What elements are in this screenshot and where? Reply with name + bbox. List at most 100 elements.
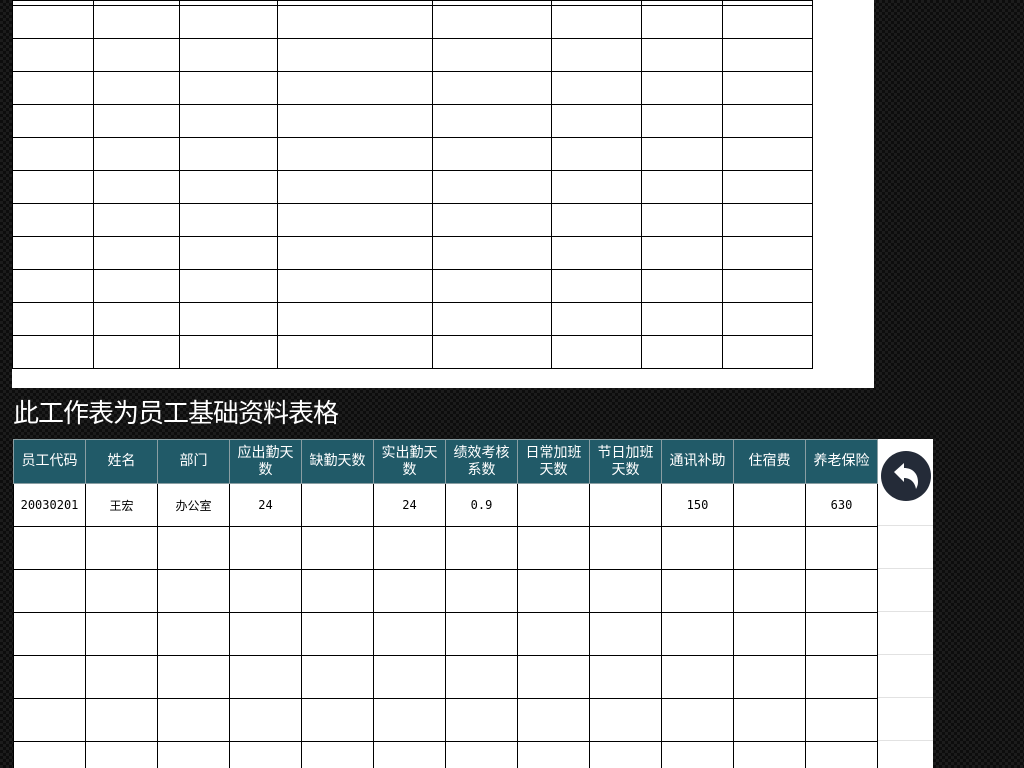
table-cell[interactable] — [157, 655, 230, 699]
grid-cell[interactable] — [722, 170, 813, 204]
grid-cell[interactable] — [12, 335, 94, 369]
table-cell[interactable] — [589, 698, 662, 742]
grid-cell[interactable] — [277, 137, 433, 171]
grid-cell[interactable] — [277, 38, 433, 72]
grid-cell[interactable] — [93, 38, 180, 72]
column-header-accommodation-fee[interactable]: 住宿费 — [733, 439, 806, 484]
table-cell[interactable]: 王宏 — [85, 483, 158, 527]
table-cell[interactable] — [373, 612, 446, 656]
table-cell[interactable] — [85, 655, 158, 699]
table-cell[interactable] — [13, 655, 86, 699]
grid-cell[interactable] — [12, 104, 94, 138]
grid-cell[interactable] — [432, 236, 552, 270]
grid-cell[interactable] — [641, 38, 723, 72]
column-header-daily-overtime-days[interactable]: 日常加班天数 — [517, 439, 590, 484]
grid-cell[interactable] — [432, 5, 552, 39]
grid-cell[interactable] — [432, 170, 552, 204]
grid-cell[interactable] — [277, 71, 433, 105]
table-cell[interactable] — [229, 698, 302, 742]
table-cell[interactable] — [85, 569, 158, 613]
table-cell[interactable] — [373, 655, 446, 699]
table-cell[interactable] — [805, 526, 878, 570]
grid-cell[interactable] — [722, 302, 813, 336]
grid-cell[interactable] — [551, 170, 642, 204]
table-cell[interactable] — [445, 741, 518, 768]
table-cell[interactable] — [373, 741, 446, 768]
table-cell[interactable] — [229, 569, 302, 613]
table-cell[interactable] — [661, 612, 734, 656]
table-cell[interactable]: 办公室 — [157, 483, 230, 527]
table-cell[interactable] — [517, 698, 590, 742]
column-header-pension-insurance[interactable]: 养老保险 — [805, 439, 878, 484]
column-header-required-attendance-days[interactable]: 应出勤天数 — [229, 439, 302, 484]
table-cell[interactable] — [589, 655, 662, 699]
grid-cell[interactable] — [179, 71, 278, 105]
column-header-department[interactable]: 部门 — [157, 439, 230, 484]
grid-cell[interactable] — [12, 38, 94, 72]
table-cell[interactable] — [661, 698, 734, 742]
grid-cell[interactable] — [12, 236, 94, 270]
grid-cell[interactable] — [12, 302, 94, 336]
grid-cell[interactable] — [93, 236, 180, 270]
grid-cell[interactable] — [432, 104, 552, 138]
table-cell[interactable] — [805, 741, 878, 768]
table-cell[interactable] — [157, 698, 230, 742]
table-cell[interactable] — [517, 655, 590, 699]
grid-cell[interactable] — [641, 5, 723, 39]
table-cell[interactable] — [517, 741, 590, 768]
grid-cell[interactable] — [93, 5, 180, 39]
column-header-employee-code[interactable]: 员工代码 — [13, 439, 86, 484]
table-cell[interactable]: 24 — [229, 483, 302, 527]
grid-cell[interactable] — [277, 269, 433, 303]
grid-cell[interactable] — [641, 170, 723, 204]
table-cell[interactable] — [517, 526, 590, 570]
grid-cell[interactable] — [12, 137, 94, 171]
table-cell[interactable] — [229, 741, 302, 768]
grid-cell[interactable] — [641, 203, 723, 237]
grid-cell[interactable] — [722, 5, 813, 39]
grid-cell[interactable] — [641, 236, 723, 270]
grid-cell[interactable] — [551, 104, 642, 138]
table-cell[interactable] — [733, 526, 806, 570]
table-cell[interactable] — [373, 698, 446, 742]
table-cell[interactable] — [13, 526, 86, 570]
grid-cell[interactable] — [722, 104, 813, 138]
table-cell[interactable] — [661, 569, 734, 613]
grid-cell[interactable] — [277, 104, 433, 138]
column-header-holiday-overtime-days[interactable]: 节日加班天数 — [589, 439, 662, 484]
table-cell[interactable] — [661, 526, 734, 570]
grid-cell[interactable] — [641, 137, 723, 171]
grid-cell[interactable] — [551, 5, 642, 39]
grid-cell[interactable] — [641, 335, 723, 369]
table-cell[interactable] — [589, 569, 662, 613]
grid-cell[interactable] — [179, 236, 278, 270]
grid-cell[interactable] — [93, 203, 180, 237]
grid-cell[interactable] — [179, 335, 278, 369]
table-cell[interactable] — [733, 741, 806, 768]
table-cell[interactable] — [445, 655, 518, 699]
grid-cell[interactable] — [722, 203, 813, 237]
grid-cell[interactable] — [179, 104, 278, 138]
grid-cell[interactable] — [179, 5, 278, 39]
grid-cell[interactable] — [277, 170, 433, 204]
table-cell[interactable] — [805, 655, 878, 699]
grid-cell[interactable] — [551, 236, 642, 270]
table-cell[interactable] — [85, 612, 158, 656]
table-cell[interactable] — [805, 698, 878, 742]
table-cell[interactable] — [661, 655, 734, 699]
grid-cell[interactable] — [93, 71, 180, 105]
grid-cell[interactable] — [12, 269, 94, 303]
table-cell[interactable] — [373, 526, 446, 570]
table-cell[interactable] — [733, 698, 806, 742]
table-cell[interactable] — [517, 569, 590, 613]
back-button[interactable] — [881, 451, 931, 501]
grid-cell[interactable] — [641, 269, 723, 303]
grid-cell[interactable] — [432, 137, 552, 171]
grid-cell[interactable] — [551, 335, 642, 369]
column-header-communication-allowance[interactable]: 通讯补助 — [661, 439, 734, 484]
table-cell[interactable] — [733, 655, 806, 699]
grid-cell[interactable] — [722, 137, 813, 171]
column-header-actual-attendance-days[interactable]: 实出勤天数 — [373, 439, 446, 484]
grid-cell[interactable] — [722, 269, 813, 303]
grid-cell[interactable] — [432, 335, 552, 369]
